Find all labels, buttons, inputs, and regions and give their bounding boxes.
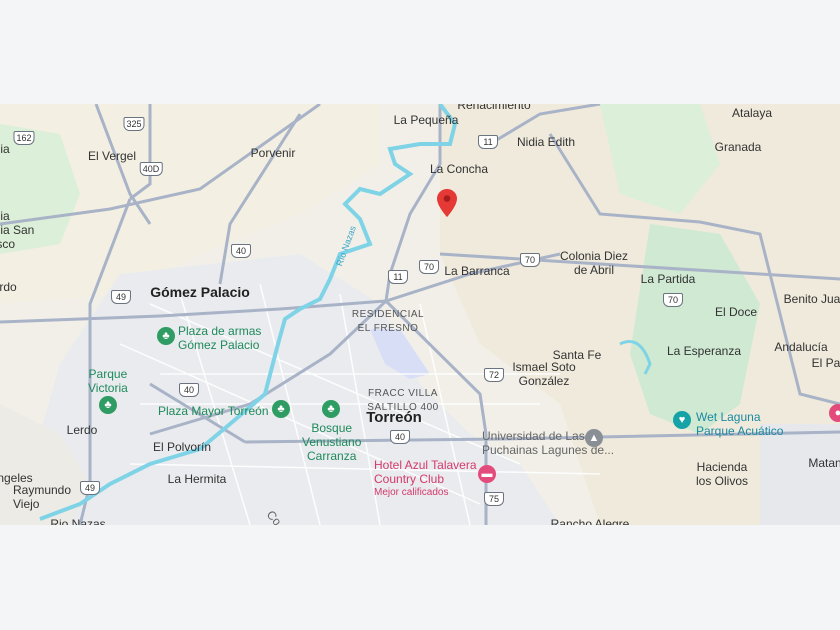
highway-shield: 11 xyxy=(478,135,498,149)
place-la-barranca[interactable]: La Barranca xyxy=(444,264,509,278)
place-el-pa[interactable]: El Pa xyxy=(812,356,840,370)
poi-wet-laguna[interactable]: Wet Laguna Parque Acuático xyxy=(696,410,783,438)
highway-shield: 325 xyxy=(123,117,145,131)
park-icon[interactable]: ♣ xyxy=(322,400,340,418)
place-matamoros[interactable]: Matan xyxy=(808,456,840,470)
poi-hotel-azul-talavera[interactable]: Hotel Azul Talavera Country Club Mejor ca… xyxy=(374,458,477,500)
park-icon[interactable]: ♣ xyxy=(272,400,290,418)
place-nidia-edith[interactable]: Nidia Edith xyxy=(517,135,575,149)
place-la-hermita[interactable]: La Hermita xyxy=(168,472,227,486)
highway-shield: 70 xyxy=(419,260,439,274)
park-icon[interactable]: ♣ xyxy=(157,327,175,345)
place-el-doce[interactable]: El Doce xyxy=(715,305,757,319)
highway-shield: 40 xyxy=(179,383,199,397)
school-icon[interactable]: ▲ xyxy=(585,429,603,447)
highway-shield: 40 xyxy=(390,430,410,444)
place-el-vergel[interactable]: El Vergel xyxy=(88,149,136,163)
place-renacimiento[interactable]: Renacimiento xyxy=(457,104,530,112)
place-ismael-soto-gonzalez[interactable]: Ismael Soto González xyxy=(512,360,575,388)
poi-parque-victoria[interactable]: Parque Victoria xyxy=(88,367,128,395)
place-atalaya[interactable]: Atalaya xyxy=(732,106,772,120)
place-torreon[interactable]: Torreón xyxy=(366,410,422,425)
hotel-name: Hotel Azul Talavera Country Club xyxy=(374,458,477,486)
water-park-icon[interactable]: ♥ xyxy=(673,411,691,429)
highway-shield: 40D xyxy=(139,162,163,176)
place-residencial-el-fresno[interactable]: RESIDENCIAL EL FRESNO xyxy=(352,308,424,336)
place-rdo[interactable]: rdo xyxy=(0,280,17,294)
place-gomez-palacio[interactable]: Gómez Palacio xyxy=(150,285,250,299)
place-la-esperanza[interactable]: La Esperanza xyxy=(667,344,741,358)
park-icon[interactable]: ♣ xyxy=(99,396,117,414)
poi-plaza-de-armas[interactable]: Plaza de armas Gómez Palacio xyxy=(178,324,261,352)
highway-shield: 162 xyxy=(13,131,35,145)
highway-shield: 70 xyxy=(520,253,540,267)
place-la-pequena[interactable]: La Pequeña xyxy=(394,113,459,127)
place-colonia-diez-de-abril[interactable]: Colonia Diez de Abril xyxy=(560,249,628,277)
map-view[interactable]: Renacimiento La Pequeña Atalaya Nidia Ed… xyxy=(0,104,840,525)
location-pin-icon[interactable] xyxy=(437,189,457,222)
place-benito-juarez[interactable]: Benito Jua xyxy=(784,292,840,306)
poi-plaza-mayor-torreon[interactable]: Plaza Mayor Torreón xyxy=(158,404,269,418)
highway-shield: 75 xyxy=(484,492,504,506)
place-ia-left[interactable]: ia xyxy=(0,142,9,156)
place-la-concha[interactable]: La Concha xyxy=(430,162,488,176)
place-rancho-alegre[interactable]: Rancho Alegre xyxy=(551,517,630,525)
place-la-partida[interactable]: La Partida xyxy=(641,272,696,286)
highway-shield: 11 xyxy=(388,270,408,284)
place-lerdo[interactable]: Lerdo xyxy=(67,423,98,437)
place-icon[interactable]: ● xyxy=(829,404,840,422)
place-porvenir[interactable]: Porvenir xyxy=(251,146,296,160)
place-hacienda-los-olivos[interactable]: Hacienda los Olivos xyxy=(696,460,748,488)
place-nia-san-isco[interactable]: nia nia San isco xyxy=(0,209,34,251)
poi-bosque-venustiano-carranza[interactable]: Bosque Venustiano Carranza xyxy=(302,421,361,463)
pin-shape xyxy=(437,189,457,217)
hotel-subtitle: Mejor calificados xyxy=(374,487,449,498)
place-andalucia[interactable]: Andalucía xyxy=(774,340,827,354)
hotel-icon[interactable]: ▬ xyxy=(478,465,496,483)
place-raymundo-viejo[interactable]: Raymundo Viejo xyxy=(13,483,71,511)
highway-shield: 49 xyxy=(111,290,131,304)
highway-shield: 72 xyxy=(484,368,504,382)
place-granada[interactable]: Granada xyxy=(715,140,762,154)
place-el-polvorin[interactable]: El Polvorín xyxy=(153,440,211,454)
highway-shield: 49 xyxy=(80,481,100,495)
place-rio-nazas[interactable]: Rio Nazas xyxy=(50,517,105,525)
highway-shield: 70 xyxy=(663,293,683,307)
highway-shield: 40 xyxy=(231,244,251,258)
